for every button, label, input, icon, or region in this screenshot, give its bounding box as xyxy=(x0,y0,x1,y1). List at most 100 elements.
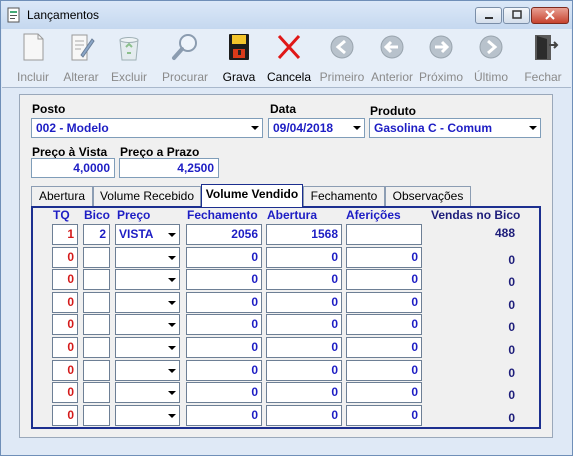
maximize-button[interactable] xyxy=(503,7,530,24)
chevron-down-icon xyxy=(168,323,176,327)
preco-select[interactable] xyxy=(115,314,180,335)
preco-select[interactable] xyxy=(115,405,180,426)
toolbar-primeiro-button[interactable]: Primeiro xyxy=(318,31,366,87)
title-bar[interactable]: Lançamentos xyxy=(1,1,572,29)
next-record-icon xyxy=(429,35,453,59)
preco-vista-field[interactable]: 4,0000 xyxy=(31,158,115,178)
abertura-cell-value: 0 xyxy=(331,363,338,377)
tab-abertura[interactable]: Abertura xyxy=(31,186,93,206)
tq-cell[interactable]: 0 xyxy=(52,292,78,313)
posto-select[interactable]: 002 - Modelo xyxy=(31,118,263,138)
bico-cell[interactable] xyxy=(83,337,110,358)
abertura-cell[interactable]: 0 xyxy=(266,247,342,268)
data-select[interactable]: 09/04/2018 xyxy=(268,118,365,138)
close-window-button[interactable] xyxy=(531,7,569,24)
bico-cell[interactable] xyxy=(83,292,110,313)
afericoes-cell[interactable]: 0 xyxy=(346,247,422,268)
toolbar-ultimo-button[interactable]: Último xyxy=(467,31,515,87)
toolbar-fechar-button[interactable]: Fechar xyxy=(519,31,567,87)
tq-cell[interactable]: 0 xyxy=(52,360,78,381)
abertura-cell-value: 0 xyxy=(331,317,338,331)
abertura-cell[interactable]: 0 xyxy=(266,405,342,426)
fechamento-cell[interactable]: 0 xyxy=(186,360,262,381)
bico-cell[interactable] xyxy=(83,269,110,290)
toolbar-excluir-button[interactable]: Excluir xyxy=(105,31,153,87)
bico-cell[interactable] xyxy=(83,405,110,426)
status-bar xyxy=(2,441,571,455)
afericoes-cell[interactable]: 0 xyxy=(346,382,422,403)
abertura-cell[interactable]: 0 xyxy=(266,314,342,335)
afericoes-cell[interactable]: 0 xyxy=(346,405,422,426)
header-fechamento: Fechamento xyxy=(187,208,258,222)
toolbar-proximo-button[interactable]: Próximo xyxy=(417,31,465,87)
preco-select[interactable] xyxy=(115,337,180,358)
minimize-button[interactable] xyxy=(475,7,502,24)
fechamento-cell[interactable]: 0 xyxy=(186,247,262,268)
produto-label: Produto xyxy=(370,104,416,118)
toolbar-incluir-label: Incluir xyxy=(16,70,49,84)
toolbar-cancela-button[interactable]: Cancela xyxy=(265,31,313,87)
afericoes-cell[interactable] xyxy=(346,224,422,245)
afericoes-cell[interactable]: 0 xyxy=(346,269,422,290)
first-record-icon xyxy=(330,35,354,59)
fechamento-cell[interactable]: 0 xyxy=(186,292,262,313)
fechamento-cell[interactable]: 0 xyxy=(186,314,262,335)
abertura-cell[interactable]: 0 xyxy=(266,360,342,381)
header-bico: Bico xyxy=(84,208,111,222)
tq-cell[interactable]: 0 xyxy=(52,247,78,268)
abertura-cell[interactable]: 1568 xyxy=(266,224,342,245)
afericoes-cell[interactable]: 0 xyxy=(346,314,422,335)
preco-prazo-field[interactable]: 4,2500 xyxy=(119,158,219,178)
tab-volume-vendido[interactable]: Volume Vendido xyxy=(201,184,303,207)
abertura-cell[interactable]: 0 xyxy=(266,269,342,290)
tq-cell[interactable]: 0 xyxy=(52,405,78,426)
tq-cell[interactable]: 0 xyxy=(52,382,78,403)
bico-cell[interactable] xyxy=(83,360,110,381)
tab-volume-recebido[interactable]: Volume Recebido xyxy=(93,186,201,206)
preco-select[interactable] xyxy=(115,292,180,313)
toolbar-anterior-label: Anterior xyxy=(370,70,414,84)
exit-door-icon xyxy=(535,35,559,60)
fechamento-cell[interactable]: 0 xyxy=(186,382,262,403)
afericoes-cell[interactable]: 0 xyxy=(346,337,422,358)
abertura-cell[interactable]: 0 xyxy=(266,337,342,358)
chevron-down-icon xyxy=(168,391,176,395)
fechamento-cell[interactable]: 2056 xyxy=(186,224,262,245)
abertura-cell[interactable]: 0 xyxy=(266,382,342,403)
produto-select[interactable]: Gasolina C - Comum xyxy=(369,118,541,138)
header-vendas-no-bico: Vendas no Bico xyxy=(431,208,521,222)
afericoes-cell-value: 0 xyxy=(411,250,418,264)
afericoes-cell[interactable]: 0 xyxy=(346,360,422,381)
fechamento-cell[interactable]: 0 xyxy=(186,405,262,426)
header-preco: Preço xyxy=(117,208,151,222)
toolbar-incluir-button[interactable]: Incluir xyxy=(9,31,57,87)
tq-cell[interactable]: 0 xyxy=(52,337,78,358)
toolbar-grava-button[interactable]: Grava xyxy=(215,31,263,87)
last-record-icon xyxy=(479,35,503,59)
preco-select[interactable] xyxy=(115,247,180,268)
bico-cell[interactable] xyxy=(83,314,110,335)
toolbar-alterar-button[interactable]: Alterar xyxy=(57,31,105,87)
fechamento-cell[interactable]: 0 xyxy=(186,337,262,358)
preco-select[interactable] xyxy=(115,382,180,403)
preco-prazo-label: Preço a Prazo xyxy=(120,145,200,159)
bico-cell[interactable]: 2 xyxy=(83,224,110,245)
preco-select[interactable] xyxy=(115,360,180,381)
fechamento-cell[interactable]: 0 xyxy=(186,269,262,290)
chevron-down-icon xyxy=(168,256,176,260)
tq-cell[interactable]: 1 xyxy=(52,224,78,245)
tq-cell[interactable]: 0 xyxy=(52,269,78,290)
preco-select[interactable] xyxy=(115,269,180,290)
tq-cell-value: 0 xyxy=(67,272,74,286)
abertura-cell[interactable]: 0 xyxy=(266,292,342,313)
tab-observacoes[interactable]: Observações xyxy=(385,186,471,206)
preco-select[interactable]: VISTA xyxy=(115,224,180,245)
bico-cell[interactable] xyxy=(83,382,110,403)
tab-fechamento[interactable]: Fechamento xyxy=(303,186,385,206)
toolbar-procurar-button[interactable]: Procurar xyxy=(161,31,209,87)
afericoes-cell[interactable]: 0 xyxy=(346,292,422,313)
tq-cell-value: 0 xyxy=(67,385,74,399)
toolbar-anterior-button[interactable]: Anterior xyxy=(368,31,416,87)
tq-cell[interactable]: 0 xyxy=(52,314,78,335)
bico-cell[interactable] xyxy=(83,247,110,268)
